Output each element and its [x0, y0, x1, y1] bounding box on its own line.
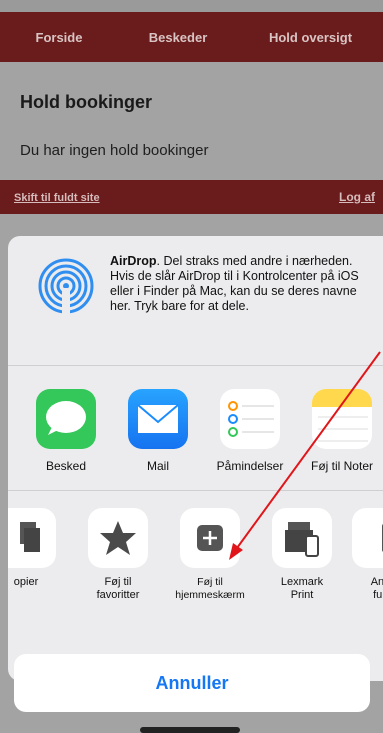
action-label-favorites-line1: Føj til	[104, 576, 132, 588]
full-site-link[interactable]: Skift til fuldt site	[14, 192, 100, 204]
app-label-mail: Mail	[146, 459, 169, 473]
action-label-home-line1: Føj til	[197, 576, 223, 588]
printer-icon	[272, 508, 332, 568]
action-lexmark-print[interactable]: Lexmark Print	[262, 508, 342, 602]
airdrop-description: AirDrop. Del straks med andre i nærheden…	[110, 254, 372, 314]
action-label-lexmark-line1: Lexmark	[280, 576, 324, 588]
action-add-favorites[interactable]: Føj til favoritter	[78, 508, 158, 602]
app-label-reminders: Påmindelser	[216, 459, 284, 473]
action-label-favorites-line2: favoritter	[96, 589, 140, 601]
add-to-home-icon	[180, 508, 240, 568]
site-nav: Forside Beskeder Hold oversigt	[0, 12, 383, 62]
action-label-partial-line1: Anm	[370, 576, 383, 588]
action-label-partial-line2: fuld	[373, 589, 383, 601]
mail-icon	[128, 389, 188, 449]
action-copy[interactable]: opier	[8, 508, 66, 589]
app-label-notes: Føj til Noter	[310, 459, 373, 473]
action-label-copy: opier	[13, 576, 39, 588]
airdrop-section: AirDrop. Del straks med andre i nærheden…	[8, 236, 383, 366]
action-label-lexmark: Lexmark Print	[262, 576, 342, 602]
status-strip	[0, 0, 383, 12]
action-label-home: Føj til hjemmeskærm	[170, 576, 250, 602]
action-label-lexmark-line2: Print	[290, 589, 314, 601]
logout-link[interactable]: Log af	[339, 190, 375, 204]
airdrop-icon[interactable]	[38, 258, 94, 314]
share-sheet: AirDrop. Del straks med andre i nærheden…	[8, 236, 383, 681]
share-actions-row: opier Føj til favoritter Føj til hjemmes…	[8, 492, 383, 632]
messages-icon	[36, 389, 96, 449]
app-label-messages: Besked	[45, 459, 87, 473]
nav-item-forside[interactable]: Forside	[0, 30, 118, 45]
partial-icon	[352, 508, 383, 568]
empty-message: Du har ingen hold bookinger	[20, 142, 209, 159]
action-label-partial: Anm fuld	[342, 576, 383, 602]
home-indicator	[140, 727, 240, 733]
notes-icon	[312, 389, 372, 449]
action-label-home-line2: hjemmeskærm	[175, 589, 245, 601]
star-icon	[88, 508, 148, 568]
app-notes[interactable]: Føj til Noter	[302, 389, 382, 473]
share-apps-row: Besked Mail Påmindelser Føj til Noter	[8, 367, 383, 491]
app-reminders[interactable]: Påmindelser	[210, 389, 290, 473]
action-label-favorites: Føj til favoritter	[78, 576, 158, 602]
action-partial[interactable]: Anm fuld	[342, 508, 383, 602]
nav-item-hold-oversigt[interactable]: Hold oversigt	[238, 30, 383, 45]
copy-icon	[8, 508, 56, 568]
cancel-button[interactable]: Annuller	[14, 654, 370, 712]
nav-item-beskeder[interactable]: Beskeder	[118, 30, 238, 45]
app-mail[interactable]: Mail	[118, 389, 198, 473]
page-title: Hold bookinger	[20, 92, 152, 112]
reminders-icon	[220, 389, 280, 449]
app-messages[interactable]: Besked	[26, 389, 106, 473]
airdrop-title: AirDrop	[110, 254, 157, 268]
action-add-to-home-screen[interactable]: Føj til hjemmeskærm	[170, 508, 250, 602]
